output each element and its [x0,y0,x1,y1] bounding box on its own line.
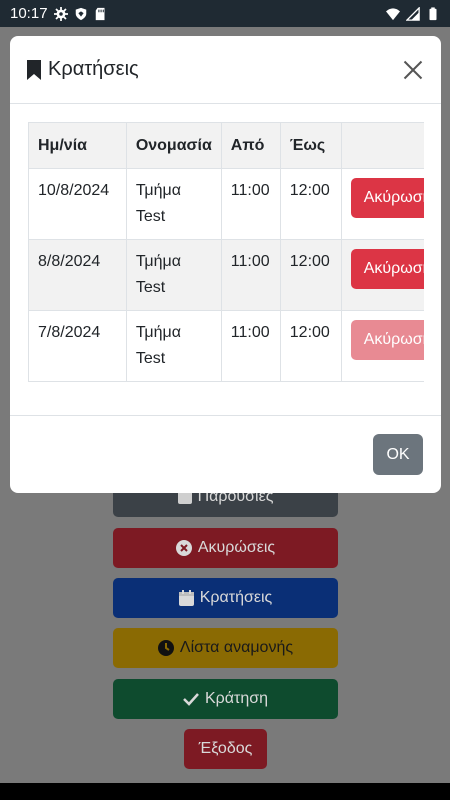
exit-label: Έξοδος [198,740,253,757]
status-time: 10:17 [10,5,48,22]
cancel-booking-button-disabled[interactable]: Ακύρωση [350,320,424,360]
cell-name: Τμήμα Test [125,168,222,240]
cell-action: Ακύρωση [340,310,424,382]
modal-footer: OK [10,415,441,493]
sd-card-icon [95,7,105,20]
close-icon[interactable] [401,58,425,82]
bookings-modal: Κρατήσεις Ημ/νία Ονομασία Από Έως 10/8/2… [10,36,441,493]
cell-to: 12:00 [279,168,342,240]
ok-button[interactable]: OK [373,434,423,475]
book-label: Κράτηση [204,690,268,707]
bookings-table-container[interactable]: Ημ/νία Ονομασία Από Έως 10/8/2024 Τμήμα … [28,122,424,382]
column-header-to: Έως [279,122,342,169]
status-bar: 10:17 [0,0,450,27]
calendar-icon [178,590,194,606]
cancellations-label: Ακυρώσεις [197,539,276,556]
bookmark-icon [27,59,41,80]
cell-from: 11:00 [220,168,281,240]
x-circle-icon [175,540,192,556]
table-row: 10/8/2024 Τμήμα Test 11:00 12:00 Ακύρωση [28,168,424,240]
column-header-name: Ονομασία [125,122,222,169]
cell-date: 7/8/2024 [28,310,127,382]
waiting-list-button[interactable]: Λίστα αναμονής [113,628,338,668]
bookings-button[interactable]: Κρατήσεις [113,578,338,618]
cancellations-button[interactable]: Ακυρώσεις [113,528,338,568]
table-row: 8/8/2024 Τμήμα Test 11:00 12:00 Ακύρωση [28,239,424,311]
cell-to: 12:00 [279,239,342,311]
signal-icon [406,6,420,21]
cell-from: 11:00 [220,310,281,382]
modal-header: Κρατήσεις [10,36,441,104]
cell-date: 10/8/2024 [28,168,127,240]
book-button[interactable]: Κράτηση [113,679,338,719]
shield-icon [75,7,86,20]
battery-icon [429,6,437,20]
bookings-table: Ημ/νία Ονομασία Από Έως 10/8/2024 Τμήμα … [28,122,424,382]
column-header-date: Ημ/νία [28,122,127,169]
table-header-row: Ημ/νία Ονομασία Από Έως [28,122,424,169]
cell-name: Τμήμα Test [125,239,222,311]
modal-title-text: Κρατήσεις [48,58,139,80]
bookings-label: Κρατήσεις [199,589,273,606]
cell-name: Τμήμα Test [125,310,222,382]
system-nav-bar [0,783,450,800]
cancel-booking-button[interactable]: Ακύρωση [350,249,424,289]
exit-button[interactable]: Έξοδος [184,729,267,769]
cell-action: Ακύρωση [340,168,424,240]
table-row: 7/8/2024 Τμήμα Test 11:00 12:00 Ακύρωση [28,310,424,382]
modal-title: Κρατήσεις [26,58,139,81]
column-header-action [340,122,424,169]
cell-to: 12:00 [279,310,342,382]
modal-body: Ημ/νία Ονομασία Από Έως 10/8/2024 Τμήμα … [10,104,441,415]
column-header-from: Από [220,122,281,169]
cell-action: Ακύρωση [340,239,424,311]
cell-date: 8/8/2024 [28,239,127,311]
waiting-list-label: Λίστα αναμονής [179,639,294,656]
check-icon [183,693,199,706]
cancel-booking-button[interactable]: Ακύρωση [350,178,424,218]
clock-icon [157,640,174,656]
cell-from: 11:00 [220,239,281,311]
settings-icon [53,6,68,21]
wifi-icon [386,7,400,20]
